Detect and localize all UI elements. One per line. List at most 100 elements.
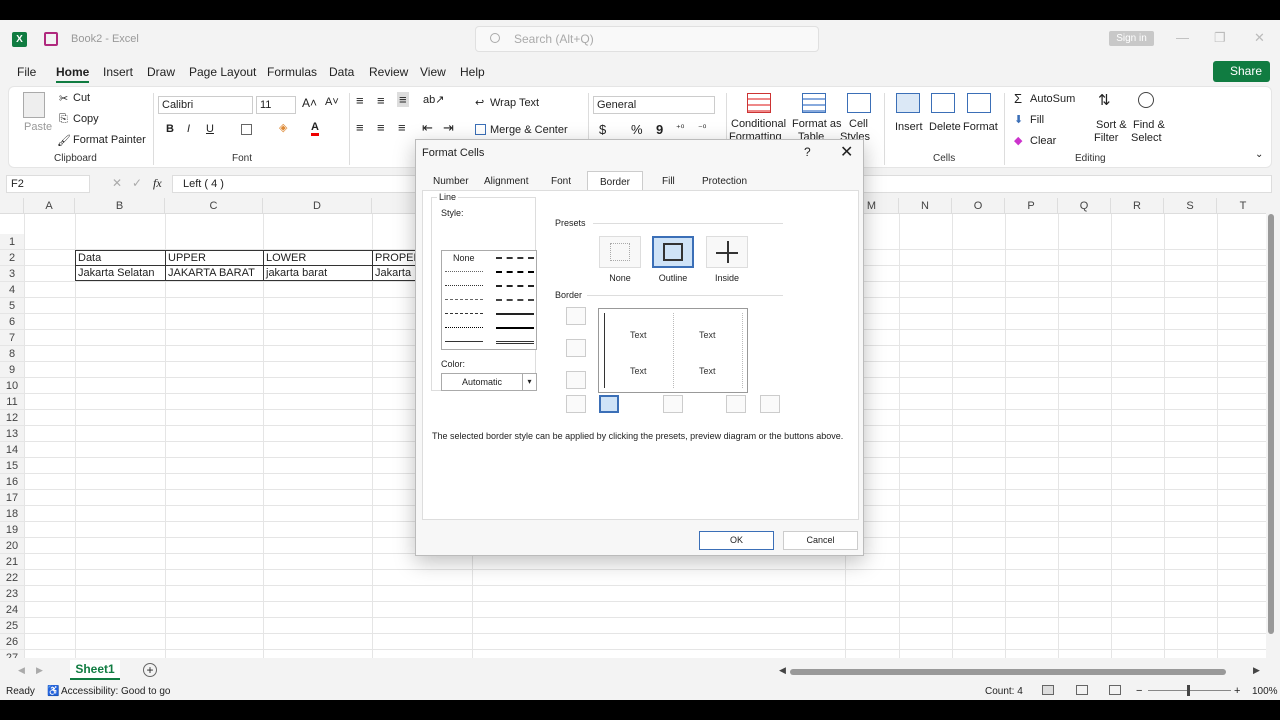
format-as-table-label[interactable]: Format as	[792, 118, 842, 130]
sign-in-button[interactable]: Sign in	[1109, 31, 1154, 46]
tab-font[interactable]: Font	[551, 176, 571, 187]
tab-home[interactable]: Home	[56, 65, 90, 83]
cut-icon[interactable]: ✂	[59, 92, 68, 105]
column-header[interactable]: A	[24, 198, 75, 214]
zoom-out-icon[interactable]: −	[1136, 685, 1142, 697]
tab-help[interactable]: Help	[460, 65, 485, 79]
preset-outline-button[interactable]	[652, 236, 694, 268]
row-header[interactable]: 7	[0, 330, 24, 346]
prev-sheet-icon[interactable]: ◀	[18, 665, 25, 676]
cell-styles-icon[interactable]	[847, 93, 871, 113]
select-all-corner[interactable]	[0, 198, 24, 214]
inside-horizontal-border-button[interactable]	[566, 339, 586, 357]
share-button[interactable]: Share	[1213, 61, 1270, 82]
tab-view[interactable]: View	[420, 65, 446, 79]
bottom-border-button[interactable]	[566, 371, 586, 389]
column-header[interactable]: B	[75, 198, 165, 214]
tab-number[interactable]: Number	[433, 176, 469, 187]
right-border-button[interactable]	[726, 395, 746, 413]
row-header[interactable]: 13	[0, 426, 24, 442]
format-as-table-icon[interactable]	[802, 93, 826, 113]
bold-button[interactable]: B	[166, 123, 174, 135]
merge-icon[interactable]	[475, 124, 486, 135]
find-select-label-2[interactable]: Select	[1131, 132, 1162, 144]
row-header[interactable]: 18	[0, 506, 24, 522]
column-header[interactable]: P	[1005, 198, 1058, 214]
help-button[interactable]: ?	[804, 145, 811, 159]
align-middle-icon[interactable]: ≡	[377, 93, 385, 108]
sort-filter-label[interactable]: Sort &	[1096, 119, 1127, 131]
zoom-in-icon[interactable]: +	[1234, 685, 1240, 697]
row-header[interactable]: 9	[0, 362, 24, 378]
style-option[interactable]	[445, 299, 483, 300]
tab-protection[interactable]: Protection	[702, 176, 747, 187]
scroll-left-icon[interactable]: ◀	[779, 665, 786, 676]
align-bottom-icon[interactable]: ≡	[397, 92, 409, 107]
row-header[interactable]: 2	[0, 250, 24, 266]
comma-button[interactable]: 9	[656, 122, 663, 137]
font-color-icon[interactable]: A	[311, 121, 319, 136]
row-header[interactable]: 16	[0, 474, 24, 490]
row-header[interactable]: 8	[0, 346, 24, 362]
style-option[interactable]	[496, 313, 534, 315]
tab-review[interactable]: Review	[369, 65, 408, 79]
cell-d3[interactable]: jakarta barat	[263, 265, 373, 281]
style-option[interactable]	[445, 313, 483, 314]
save-icon[interactable]	[44, 32, 58, 46]
row-header[interactable]: 10	[0, 378, 24, 394]
row-header[interactable]: 26	[0, 634, 24, 650]
tab-page-layout[interactable]: Page Layout	[189, 65, 256, 79]
column-header[interactable]: Q	[1058, 198, 1111, 214]
horizontal-scroll-thumb[interactable]	[790, 669, 1226, 675]
tab-file[interactable]: File	[17, 65, 36, 79]
row-header[interactable]: 22	[0, 570, 24, 586]
row-header[interactable]: 24	[0, 602, 24, 618]
close-icon[interactable]: ✕	[840, 142, 853, 162]
delete-cells-button[interactable]: Delete	[929, 121, 961, 133]
clear-button[interactable]: Clear	[1030, 135, 1056, 147]
fill-color-icon[interactable]: ◈	[279, 121, 287, 134]
chevron-down-icon[interactable]: ▾	[522, 374, 536, 390]
scroll-right-icon[interactable]: ▶	[1253, 665, 1260, 676]
style-option[interactable]	[496, 327, 534, 329]
decrease-font-icon[interactable]: A˅	[325, 96, 339, 108]
accessibility-icon[interactable]: ♿	[47, 686, 59, 697]
format-cells-icon[interactable]	[967, 93, 991, 113]
row-header[interactable]: 23	[0, 586, 24, 602]
insert-function-icon[interactable]: fx	[153, 176, 162, 191]
increase-font-icon[interactable]: A˄	[302, 96, 317, 110]
paste-button[interactable]: Paste	[24, 121, 52, 133]
cell-b2[interactable]: Data	[75, 250, 166, 266]
page-break-view-icon[interactable]	[1109, 685, 1121, 695]
zoom-level[interactable]: 100%	[1252, 686, 1278, 697]
cell-d2[interactable]: LOWER	[263, 250, 373, 266]
top-border-button[interactable]	[566, 307, 586, 325]
tab-border[interactable]: Border	[587, 171, 644, 191]
font-size-select[interactable]: 11	[256, 96, 296, 114]
wrap-text-button[interactable]: Wrap Text	[490, 97, 539, 109]
sort-filter-label-2[interactable]: Filter	[1094, 132, 1118, 144]
row-header[interactable]: 17	[0, 490, 24, 506]
vertical-scroll-thumb[interactable]	[1268, 214, 1274, 634]
preset-none-button[interactable]	[599, 236, 641, 268]
tab-formulas[interactable]: Formulas	[267, 65, 317, 79]
search-input[interactable]: Search (Alt+Q)	[475, 26, 819, 52]
style-option[interactable]	[445, 285, 483, 286]
style-option[interactable]	[496, 285, 534, 287]
row-header[interactable]: 12	[0, 410, 24, 426]
inside-vertical-border-button[interactable]	[663, 395, 683, 413]
row-header[interactable]: 4	[0, 282, 24, 298]
currency-button[interactable]: $	[599, 122, 606, 137]
copy-icon[interactable]: ⎘	[59, 113, 68, 126]
style-option[interactable]	[496, 257, 534, 259]
row-header[interactable]: 15	[0, 458, 24, 474]
style-option[interactable]	[496, 299, 534, 301]
page-layout-view-icon[interactable]	[1076, 685, 1088, 695]
tab-insert[interactable]: Insert	[103, 65, 133, 79]
italic-button[interactable]: I	[187, 123, 190, 135]
percent-button[interactable]: %	[631, 122, 643, 137]
ok-button[interactable]: OK	[699, 531, 774, 550]
column-header[interactable]: D	[263, 198, 372, 214]
row-header[interactable]: 25	[0, 618, 24, 634]
row-header[interactable]: 14	[0, 442, 24, 458]
